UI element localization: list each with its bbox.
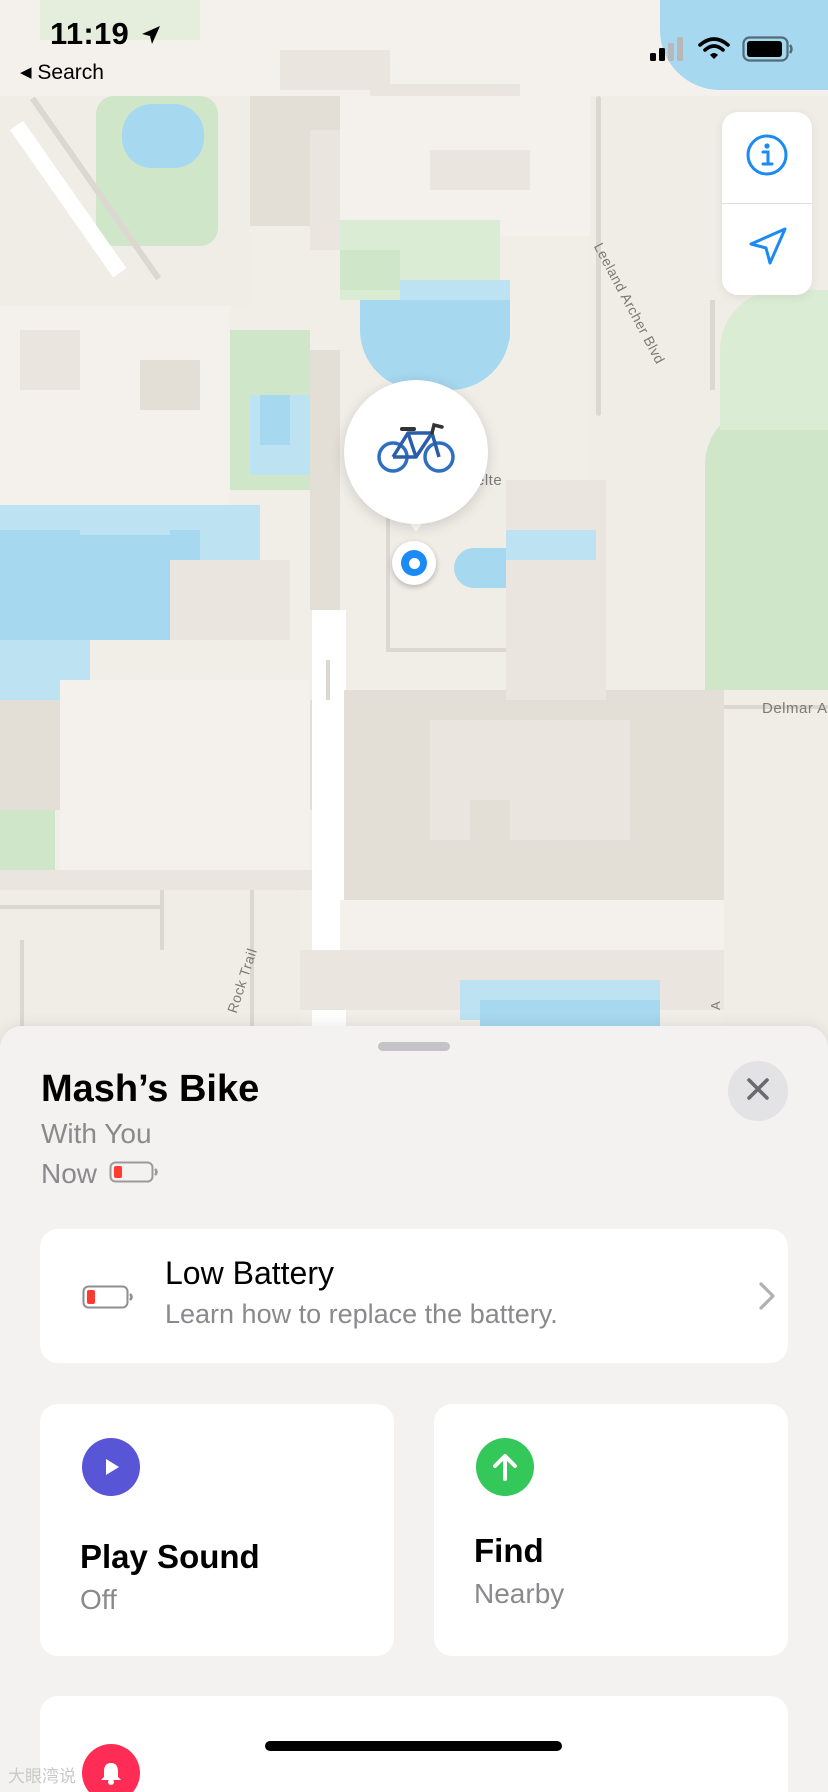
watermark-logo: 大眼湾说 xyxy=(8,1767,76,1786)
chevron-right-icon xyxy=(758,1281,776,1316)
back-to-search-link[interactable]: ◀ Search xyxy=(20,61,104,85)
back-triangle-icon: ◀ xyxy=(20,64,32,81)
home-indicator[interactable] xyxy=(265,1741,562,1751)
map-controls xyxy=(722,112,812,295)
bicycle-icon xyxy=(376,419,456,485)
play-sound-card[interactable]: Play Sound Off xyxy=(40,1404,394,1656)
close-icon xyxy=(745,1076,771,1107)
status-time: 11:19 xyxy=(50,16,162,54)
status-bar: 11:19 ◀ Search xyxy=(0,0,828,92)
location-arrow-icon xyxy=(140,18,162,54)
location-arrow-icon xyxy=(745,225,789,274)
close-button[interactable] xyxy=(728,1061,788,1121)
find-title: Find xyxy=(474,1532,544,1569)
info-icon xyxy=(745,133,789,182)
bell-icon xyxy=(82,1744,140,1792)
info-button[interactable] xyxy=(722,112,812,203)
item-location-status: With You xyxy=(41,1118,152,1149)
back-label: Search xyxy=(37,61,104,84)
bike-pin[interactable] xyxy=(344,380,488,524)
map-street-label: Delmar A xyxy=(762,700,828,717)
play-sound-title: Play Sound xyxy=(80,1538,260,1575)
battery-low-icon xyxy=(82,1285,134,1314)
arrow-up-icon xyxy=(476,1438,534,1496)
map-view[interactable]: Leeland Archer Blvd Delmar A Rock Trail … xyxy=(0,0,828,1040)
item-time-row: Now xyxy=(41,1158,159,1190)
cellular-signal-icon xyxy=(650,37,686,66)
wifi-icon xyxy=(698,37,730,66)
map-street-label: A xyxy=(708,1000,723,1010)
item-detail-sheet[interactable]: Mash’s Bike With You Now Low Battery Lea… xyxy=(0,1026,828,1792)
battery-low-icon xyxy=(109,1158,159,1190)
play-sound-status: Off xyxy=(80,1584,117,1615)
battery-icon xyxy=(742,36,794,67)
find-subtitle: Nearby xyxy=(474,1578,565,1609)
play-icon xyxy=(82,1438,140,1496)
low-battery-subtitle: Learn how to replace the battery. xyxy=(165,1299,558,1329)
find-nearby-card[interactable]: Find Nearby xyxy=(434,1404,788,1656)
sheet-grabber[interactable] xyxy=(378,1042,450,1051)
item-time-label: Now xyxy=(41,1158,98,1189)
locate-button[interactable] xyxy=(722,204,812,295)
low-battery-title: Low Battery xyxy=(165,1255,334,1291)
current-location-dot xyxy=(392,541,436,585)
low-battery-card[interactable]: Low Battery Learn how to replace the bat… xyxy=(40,1229,788,1363)
item-title: Mash’s Bike xyxy=(41,1068,260,1110)
